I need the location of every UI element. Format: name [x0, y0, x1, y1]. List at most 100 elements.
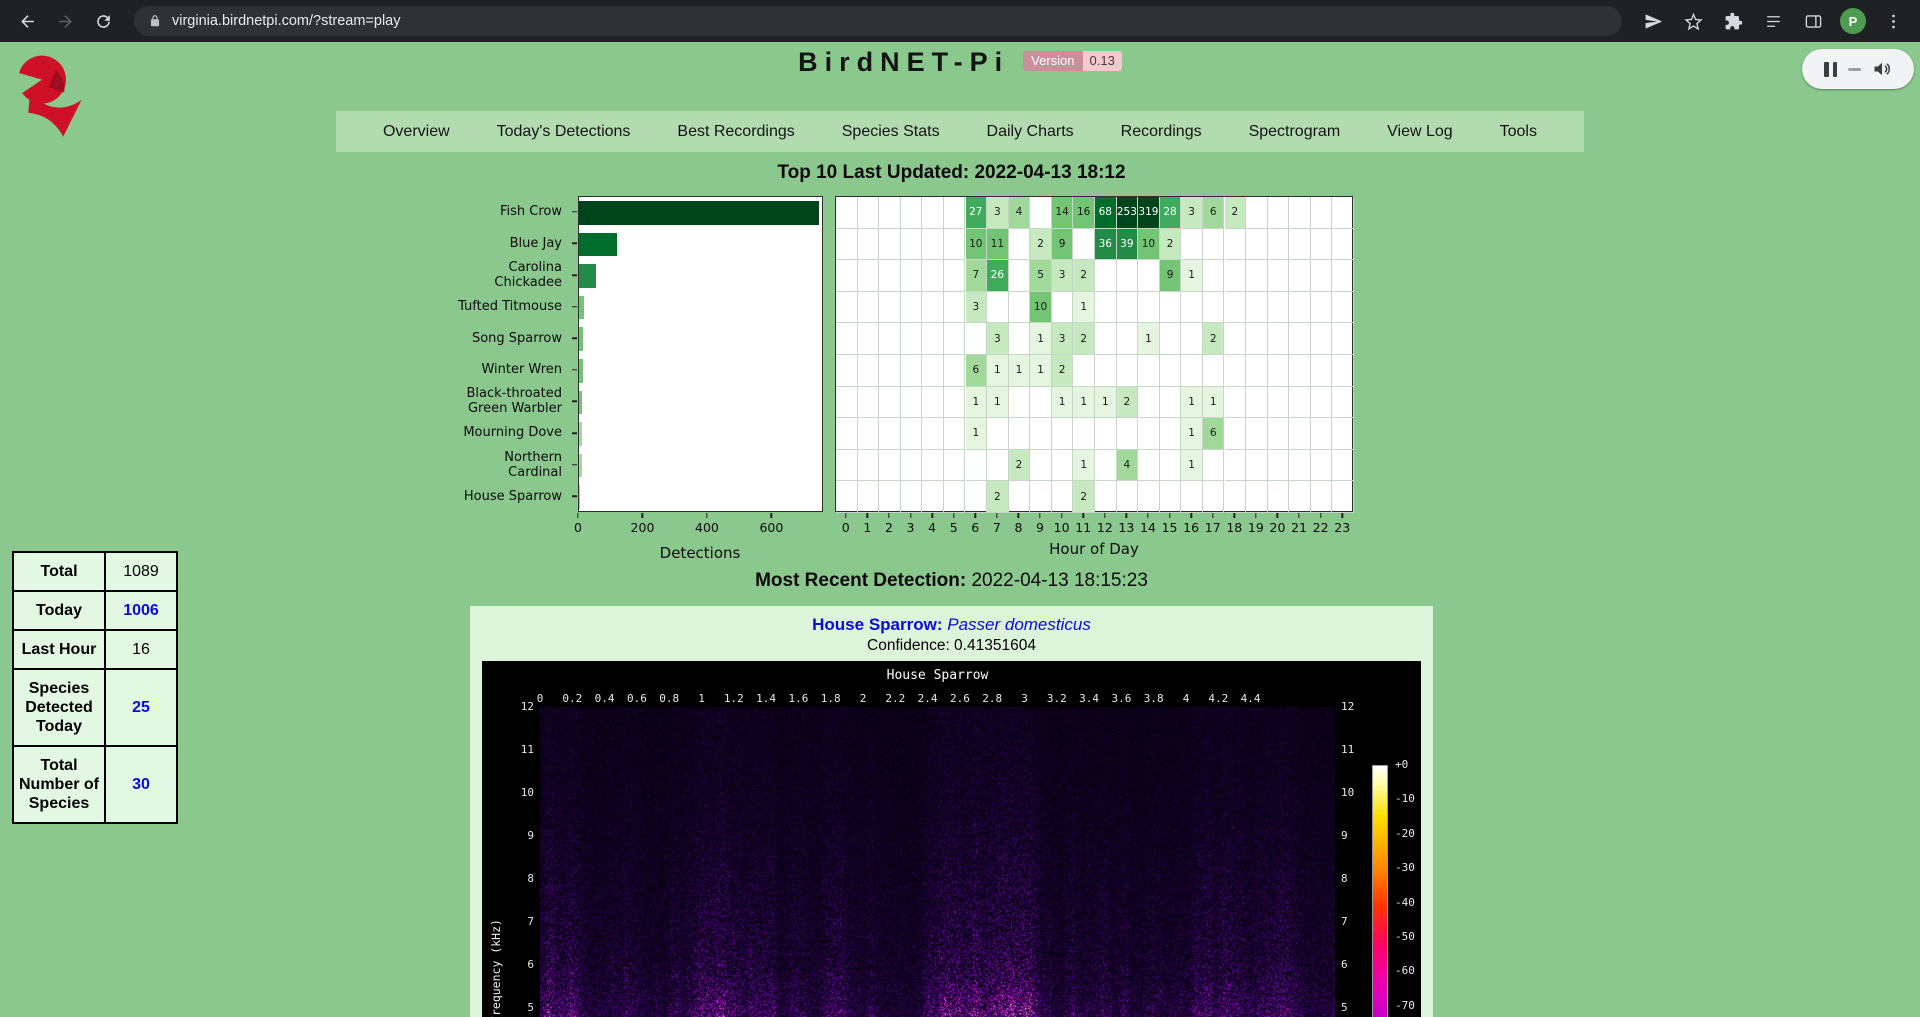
heatmap-cell	[1225, 260, 1247, 292]
species-label: Winter Wren	[440, 354, 572, 386]
heatmap-cell	[922, 355, 944, 387]
heatmap-cell	[836, 229, 858, 261]
heatmap-cell	[1095, 260, 1117, 292]
heatmap-cell: 1	[1181, 387, 1203, 419]
heatmap-cell: 1	[1030, 355, 1052, 387]
stats-value[interactable]: 1006	[105, 591, 177, 630]
nav-item-today-s-detections[interactable]: Today's Detections	[497, 123, 631, 141]
side-panel-button[interactable]	[1796, 4, 1830, 38]
heatmap-cell	[1181, 355, 1203, 387]
heatmap-cell	[1311, 450, 1333, 482]
nav-item-recordings[interactable]: Recordings	[1121, 123, 1202, 141]
heatmap-cell	[879, 197, 901, 229]
bar-axis-tick: 400	[695, 520, 719, 535]
nav-item-view-log[interactable]: View Log	[1387, 123, 1453, 141]
heatmap-cell	[1289, 450, 1311, 482]
heatmap-cell	[879, 260, 901, 292]
heatmap-cell: 1	[1095, 387, 1117, 419]
heatmap-cell	[1332, 481, 1354, 513]
colorbar-tick: -60	[1395, 964, 1415, 977]
heatmap-cell	[1095, 292, 1117, 324]
sox-freq-tick: 7	[498, 915, 534, 928]
heatmap-cell	[1289, 481, 1311, 513]
heatmap-cell	[1332, 197, 1354, 229]
extensions-button[interactable]	[1716, 4, 1750, 38]
sox-time-tick: 4	[1183, 692, 1190, 705]
stats-label: Today	[13, 591, 105, 630]
reading-list-button[interactable]	[1756, 4, 1790, 38]
sox-time-tick: 0.4	[595, 692, 615, 705]
bookmark-button[interactable]	[1676, 4, 1710, 38]
volume-button[interactable]	[1872, 59, 1892, 79]
colorbar-tick: -20	[1395, 827, 1415, 840]
heatmap-cell	[1268, 229, 1290, 261]
colorbar-tick: -70	[1395, 999, 1415, 1012]
heatmap-cell	[836, 418, 858, 450]
heatmap-cell	[1225, 323, 1247, 355]
species-label: Tufted Titmouse	[440, 291, 572, 323]
seek-bar[interactable]	[1848, 68, 1861, 71]
send-button[interactable]	[1636, 4, 1670, 38]
hour-axis-tick: 1	[863, 520, 871, 535]
colorbar-tick: -50	[1395, 930, 1415, 943]
heatmap-cell	[1332, 418, 1354, 450]
species-label: Black-throatedGreen Warbler	[440, 386, 572, 418]
nav-item-daily-charts[interactable]: Daily Charts	[987, 123, 1074, 141]
heatmap-cell: 10	[966, 229, 988, 261]
nav-item-species-stats[interactable]: Species Stats	[842, 123, 940, 141]
heatmap-cell	[1332, 450, 1354, 482]
stats-value[interactable]: 25	[105, 669, 177, 746]
detections-bar	[579, 296, 584, 320]
heatmap-cell: 1	[987, 387, 1009, 419]
species-label: CarolinaChickadee	[440, 259, 572, 291]
heatmap-cell	[1009, 292, 1031, 324]
heatmap-cell	[1311, 418, 1333, 450]
heatmap-cell	[1160, 292, 1182, 324]
heatmap-cell	[901, 355, 923, 387]
sox-time-tick: 3	[1021, 692, 1028, 705]
back-button[interactable]	[10, 4, 44, 38]
detections-bar	[579, 264, 596, 288]
profile-button[interactable]: P	[1836, 4, 1870, 38]
heatmap-cell	[1311, 260, 1333, 292]
heatmap-cell	[944, 323, 966, 355]
forward-icon	[56, 12, 75, 31]
heatmap-cell: 11	[987, 229, 1009, 261]
reload-button[interactable]	[86, 4, 120, 38]
heatmap-cell	[1117, 260, 1139, 292]
sox-time-tick: 0.6	[627, 692, 647, 705]
stats-row: Total Number of Species30	[13, 746, 177, 823]
nav-item-overview[interactable]: Overview	[383, 123, 450, 141]
heatmap-cell: 3	[987, 323, 1009, 355]
heatmap-cell	[1009, 387, 1031, 419]
heatmap-cell	[1073, 229, 1095, 261]
heatmap-cell	[922, 260, 944, 292]
heatmap-cell	[1117, 323, 1139, 355]
heatmap-cell	[922, 197, 944, 229]
address-bar[interactable]: virginia.birdnetpi.com/?stream=play	[134, 6, 1622, 36]
nav-item-best-recordings[interactable]: Best Recordings	[677, 123, 794, 141]
masthead: BirdNET-PiVersion0.13	[0, 47, 1920, 78]
heatmap-cell	[944, 260, 966, 292]
sox-freq-tick-right: 6	[1341, 958, 1377, 971]
nav-item-tools[interactable]: Tools	[1500, 123, 1537, 141]
heatmap-cell	[1181, 229, 1203, 261]
heatmap-cell	[858, 418, 880, 450]
pause-button[interactable]	[1824, 62, 1837, 77]
sox-time-tick: 3.4	[1079, 692, 1099, 705]
heatmap-cell	[987, 292, 1009, 324]
hour-axis-tick: 16	[1183, 520, 1199, 535]
heatmap-cell	[1117, 355, 1139, 387]
heatmap-cell	[1030, 481, 1052, 513]
forward-button[interactable]	[48, 4, 82, 38]
stats-value[interactable]: 30	[105, 746, 177, 823]
heatmap-cell	[922, 292, 944, 324]
browser-chrome: virginia.birdnetpi.com/?stream=play P	[0, 0, 1920, 42]
heatmap-cell: 253	[1117, 197, 1139, 229]
menu-button[interactable]	[1876, 4, 1910, 38]
species-labels: Fish CrowBlue JayCarolinaChickadeeTufted…	[440, 196, 572, 512]
heatmap-cell	[1203, 450, 1225, 482]
heatmap-cell	[987, 450, 1009, 482]
nav-item-spectrogram[interactable]: Spectrogram	[1249, 123, 1341, 141]
heatmap-cell	[1289, 418, 1311, 450]
